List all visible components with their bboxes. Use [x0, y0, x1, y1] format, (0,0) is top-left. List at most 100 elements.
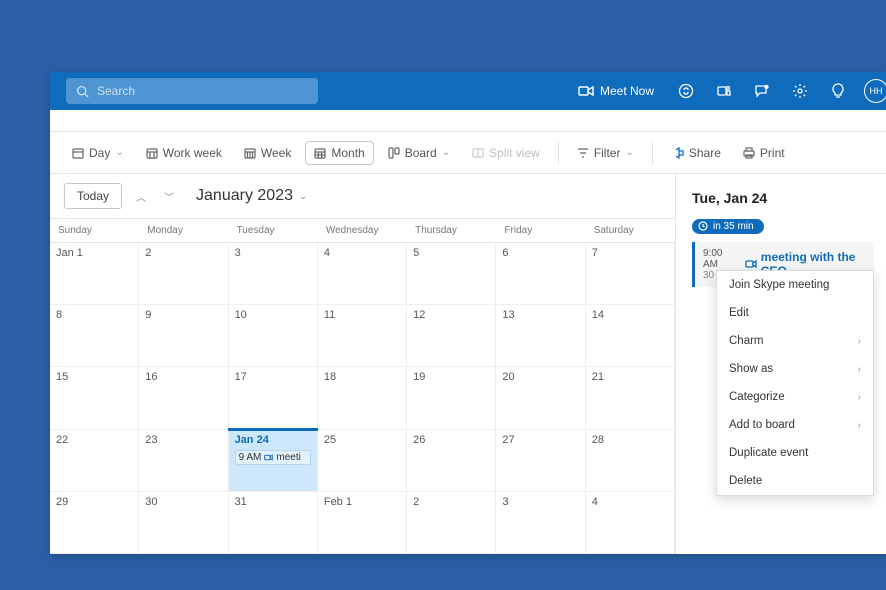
calendar-header: Today ︿ ﹀ January 2023 ⌄ [50, 174, 675, 218]
panel-date: Tue, Jan 24 [692, 190, 874, 206]
day-cell[interactable]: 27 [496, 430, 585, 492]
day-cell[interactable]: 7 [586, 243, 675, 305]
day-cell[interactable]: 3 [229, 243, 318, 305]
day-cell[interactable]: 5 [407, 243, 496, 305]
day-cell[interactable]: 11 [318, 305, 407, 367]
avatar-initials: HH [870, 86, 883, 96]
share-button[interactable]: Share [663, 142, 729, 164]
day-number: Feb 1 [324, 496, 400, 508]
day-number: 2 [145, 247, 221, 259]
tips-icon[interactable] [826, 79, 850, 103]
split-view[interactable]: Split view [464, 142, 548, 164]
split-view-label: Split view [489, 146, 540, 160]
day-cell[interactable]: 13 [496, 305, 585, 367]
context-menu-item-label: Categorize [729, 391, 785, 403]
day-cell[interactable]: 15 [50, 367, 139, 429]
view-week[interactable]: Week [236, 142, 299, 164]
context-menu-item[interactable]: Edit [717, 299, 873, 327]
context-menu-item[interactable]: Add to board› [717, 411, 873, 439]
weekday-label: Friday [496, 219, 585, 242]
day-cell[interactable]: 19 [407, 367, 496, 429]
month-grid: Jan 123456789101112131415161718192021222… [50, 243, 675, 554]
day-cell[interactable]: 23 [139, 430, 228, 492]
print-icon [743, 147, 755, 159]
context-menu-item[interactable]: Show as› [717, 355, 873, 383]
day-cell[interactable]: Feb 1 [318, 492, 407, 554]
view-work-week[interactable]: Work week [138, 142, 230, 164]
day-number: 31 [235, 496, 311, 508]
view-day[interactable]: Day ⌄ [64, 142, 132, 164]
feedback-icon[interactable] [750, 79, 774, 103]
skype-meeting-icon [745, 258, 757, 270]
day-cell[interactable]: 31 [229, 492, 318, 554]
teams-icon[interactable] [712, 79, 736, 103]
context-menu-item-label: Add to board [729, 419, 795, 431]
filter-button[interactable]: Filter ⌄ [569, 142, 642, 164]
day-cell[interactable]: 4 [586, 492, 675, 554]
day-number: 13 [502, 309, 578, 321]
meet-now-button[interactable]: Meet Now [572, 80, 660, 102]
view-month[interactable]: Month [305, 141, 373, 165]
chevron-right-icon: › [858, 336, 861, 347]
day-cell[interactable]: 17 [229, 367, 318, 429]
separator [652, 142, 653, 164]
day-number: 7 [592, 247, 668, 259]
day-cell[interactable]: 9 [139, 305, 228, 367]
day-number: 28 [592, 434, 668, 446]
main-area: Today ︿ ﹀ January 2023 ⌄ SundayMondayTue… [50, 174, 886, 554]
day-number: 8 [56, 309, 132, 321]
context-menu-item[interactable]: Charm› [717, 327, 873, 355]
mini-event-title: meeti [276, 452, 300, 463]
view-board[interactable]: Board ⌄ [380, 142, 458, 164]
context-menu: Join Skype meetingEditCharm›Show as›Cate… [716, 270, 874, 496]
filter-icon [577, 147, 589, 159]
day-cell[interactable]: 10 [229, 305, 318, 367]
day-cell[interactable]: Jan 1 [50, 243, 139, 305]
prev-month-button[interactable]: ︿ [132, 185, 150, 208]
day-cell[interactable]: 25 [318, 430, 407, 492]
chevron-right-icon: › [858, 364, 861, 375]
day-cell[interactable]: 2 [139, 243, 228, 305]
avatar[interactable]: HH [864, 79, 886, 103]
context-menu-item[interactable]: Categorize› [717, 383, 873, 411]
context-menu-item[interactable]: Duplicate event [717, 439, 873, 467]
mini-event[interactable]: 9 AM meeti [235, 450, 311, 465]
day-number: 21 [592, 371, 668, 383]
print-button[interactable]: Print [735, 142, 793, 164]
day-cell[interactable]: 12 [407, 305, 496, 367]
weekday-header: SundayMondayTuesdayWednesdayThursdayFrid… [50, 218, 675, 243]
weekday-label: Wednesday [318, 219, 407, 242]
day-cell[interactable]: 20 [496, 367, 585, 429]
today-button[interactable]: Today [64, 183, 122, 209]
skype-icon[interactable] [674, 79, 698, 103]
day-cell[interactable]: 8 [50, 305, 139, 367]
chevron-down-icon: ⌄ [115, 147, 123, 158]
settings-icon[interactable] [788, 79, 812, 103]
day-cell[interactable]: 4 [318, 243, 407, 305]
filter-label: Filter [594, 146, 621, 160]
day-cell[interactable]: 3 [496, 492, 585, 554]
day-cell[interactable]: 26 [407, 430, 496, 492]
day-cell[interactable]: 14 [586, 305, 675, 367]
search-box[interactable] [66, 78, 318, 104]
board-icon [388, 147, 400, 159]
day-cell[interactable]: 18 [318, 367, 407, 429]
context-menu-item[interactable]: Delete [717, 467, 873, 495]
day-cell[interactable]: 6 [496, 243, 585, 305]
calendar-day-icon [72, 147, 84, 159]
day-cell[interactable]: 28 [586, 430, 675, 492]
search-input[interactable] [97, 84, 308, 98]
day-cell[interactable]: 29 [50, 492, 139, 554]
chevron-down-icon: ⌄ [625, 147, 633, 158]
calendar-pane: Today ︿ ﹀ January 2023 ⌄ SundayMondayTue… [50, 174, 676, 554]
day-cell[interactable]: 21 [586, 367, 675, 429]
day-cell[interactable]: 2 [407, 492, 496, 554]
context-menu-item[interactable]: Join Skype meeting [717, 271, 873, 299]
day-cell[interactable]: 30 [139, 492, 228, 554]
month-picker[interactable]: January 2023 ⌄ [196, 187, 307, 205]
day-cell[interactable]: 22 [50, 430, 139, 492]
time-remaining-label: in 35 min [713, 221, 754, 232]
day-cell[interactable]: 16 [139, 367, 228, 429]
day-cell[interactable]: Jan 249 AM meeti [229, 430, 318, 492]
next-month-button[interactable]: ﹀ [160, 185, 178, 208]
